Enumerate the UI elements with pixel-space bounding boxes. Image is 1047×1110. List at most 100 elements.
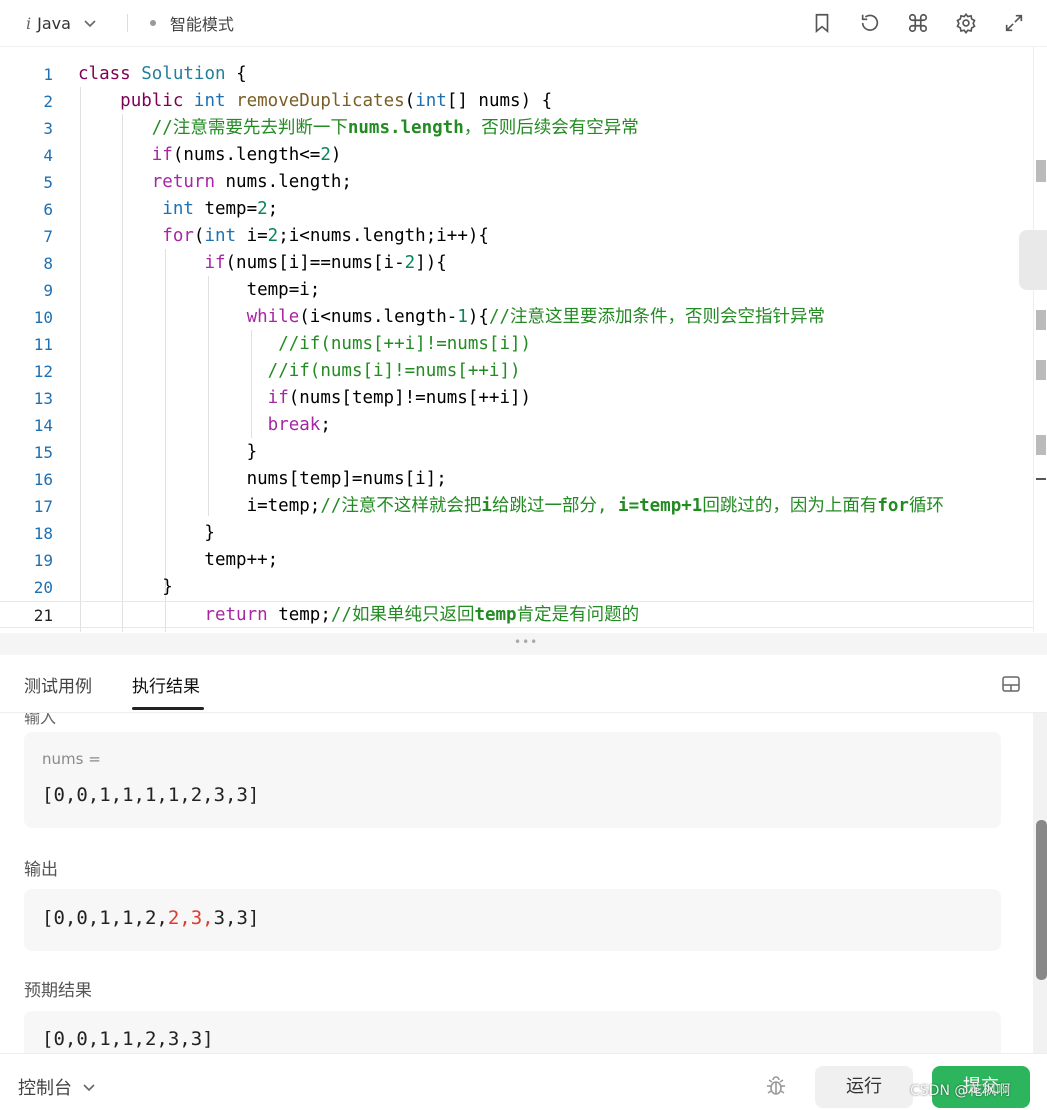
code-line[interactable]: 8 if(nums[i]==nums[i-2]){ [0, 250, 1033, 277]
info-icon: i [26, 13, 32, 33]
floating-panel-button[interactable] [1019, 230, 1047, 290]
code-text: temp++; [78, 550, 279, 570]
code-line[interactable]: 21 return temp;//如果单纯只返回temp肯定是有问题的 [0, 601, 1033, 628]
code-text: for(int i=2;i<nums.length;i++){ [162, 226, 489, 246]
input-var-name: nums = [42, 750, 101, 768]
line-number: 20 [33, 578, 53, 597]
input-value: [0,0,1,1,1,1,2,3,3] [42, 784, 260, 806]
code-text: //if(nums[++i]!=nums[i]) [278, 334, 532, 354]
code-text: if(nums.length<=2) [151, 145, 342, 165]
run-button[interactable]: 运行 [815, 1066, 913, 1108]
scrollbar-marker [1036, 435, 1046, 455]
mode-selector[interactable]: 智能模式 [149, 11, 234, 35]
code-text: i=temp;//注意不这样就会把i给跳过一部分, i=temp+1回跳过的，因… [78, 496, 944, 516]
layout-toggle-icon[interactable] [1001, 674, 1021, 694]
debug-icon[interactable] [764, 1074, 788, 1098]
code-line[interactable]: 7 for(int i=2;i<nums.length;i++){ [0, 223, 1033, 250]
code-text: int temp=2; [162, 199, 279, 219]
bookmark-button[interactable] [809, 10, 835, 36]
settings-button[interactable] [953, 10, 979, 36]
code-line[interactable]: 12 //if(nums[i]!=nums[++i]) [0, 358, 1033, 385]
gear-icon [956, 12, 976, 34]
command-icon [908, 13, 928, 33]
line-number: 14 [33, 416, 53, 435]
language-selector[interactable]: i Java [26, 14, 97, 33]
result-scrollbar-thumb[interactable] [1036, 820, 1047, 980]
result-tabs: 测试用例 执行结果 [0, 656, 1047, 713]
bookmark-icon [815, 13, 829, 34]
code-line[interactable]: 15 } [0, 439, 1033, 466]
tab-test-cases[interactable]: 测试用例 [24, 672, 92, 697]
code-line[interactable]: 17 i=temp;//注意不这样就会把i给跳过一部分, i=temp+1回跳过… [0, 493, 1033, 520]
line-number: 17 [33, 497, 53, 516]
toolbar-actions [809, 10, 1027, 36]
code-line[interactable]: 18 } [0, 520, 1033, 547]
code-text: } [78, 442, 258, 462]
code-editor[interactable]: 1 class Solution { 2 public int removeDupl… [0, 47, 1033, 632]
drag-handle-icon: ••• [514, 635, 539, 649]
line-number: 19 [33, 551, 53, 570]
code-text: if(nums[temp]!=nums[++i]) [267, 388, 532, 408]
line-number: 13 [33, 389, 53, 408]
code-text: class Solution { [78, 64, 247, 84]
code-line[interactable]: 11 //if(nums[++i]!=nums[i]) [0, 331, 1033, 358]
line-number: 16 [33, 470, 53, 489]
input-label: 输入 [24, 713, 57, 727]
editor-scrollbar[interactable] [1033, 47, 1047, 632]
expected-label: 预期结果 [24, 981, 92, 1001]
code-line[interactable]: 20 } [0, 574, 1033, 601]
line-number: 1 [43, 65, 53, 84]
line-number: 5 [43, 173, 53, 192]
code-text: nums[temp]=nums[i]; [78, 469, 447, 489]
toolbar-divider [126, 14, 128, 32]
language-label: Java [37, 13, 71, 33]
watermark: CSDN @花枫啊 [910, 1083, 1011, 1099]
shortcut-button[interactable] [905, 10, 931, 36]
code-line[interactable]: 1 class Solution { [0, 61, 1033, 88]
output-card: [0,0,1,1,2,2,3,3,3] [24, 889, 1001, 951]
code-line[interactable]: 13 if(nums[temp]!=nums[++i]) [0, 385, 1033, 412]
code-line[interactable]: 19 temp++; [0, 547, 1033, 574]
code-line[interactable]: 6 int temp=2; [0, 196, 1033, 223]
reset-icon [861, 14, 879, 31]
scrollbar-cursor-marker [1036, 478, 1046, 480]
code-line[interactable]: 2 public int removeDuplicates(int[] nums… [0, 88, 1033, 115]
console-label: 控制台 [18, 1078, 72, 1099]
line-number: 9 [43, 281, 53, 300]
tab-result[interactable]: 执行结果 [132, 672, 200, 697]
code-text: temp=i; [78, 280, 321, 300]
output-value-match: 3,3] [213, 907, 260, 929]
code-text: } [78, 577, 173, 597]
scrollbar-marker [1036, 310, 1046, 330]
line-number: 4 [43, 146, 53, 165]
reset-button[interactable] [857, 10, 883, 36]
scrollbar-marker [1036, 360, 1046, 380]
mode-dot-icon [149, 20, 156, 26]
code-line[interactable]: 14 break; [0, 412, 1033, 439]
code-line[interactable]: 16 nums[temp]=nums[i]; [0, 466, 1033, 493]
line-number: 21 [33, 606, 53, 625]
code-line[interactable]: 9 temp=i; [0, 277, 1033, 304]
output-value: [0,0,1,1,2,2,3,3,3] [42, 907, 259, 929]
line-number: 6 [43, 200, 53, 219]
editor-toolbar: i Java 智能模式 [0, 0, 1047, 47]
scrollbar-marker [1036, 160, 1046, 182]
code-line[interactable]: 3 //注意需要先去判断一下nums.length，否则后续会有空异常 [0, 115, 1033, 142]
console-toggle[interactable]: 控制台 [18, 1074, 96, 1100]
output-value-match: [0,0,1,1,2, [42, 907, 168, 929]
code-text: while(i<nums.length-1){//注意这里要添加条件，否则会空指… [246, 307, 826, 327]
line-number: 10 [33, 308, 53, 327]
line-number: 15 [33, 443, 53, 462]
code-text: //注意需要先去判断一下nums.length，否则后续会有空异常 [151, 118, 639, 138]
panel-resizer[interactable]: ••• [0, 633, 1047, 655]
code-text: return temp;//如果单纯只返回temp肯定是有问题的 [204, 605, 640, 625]
code-line[interactable]: 4 if(nums.length<=2) [0, 142, 1033, 169]
active-tab-indicator [132, 707, 204, 710]
line-number: 8 [43, 254, 53, 273]
fullscreen-button[interactable] [1001, 10, 1027, 36]
expected-value: [0,0,1,1,2,3,3] [42, 1028, 214, 1050]
line-number: 12 [33, 362, 53, 381]
code-line[interactable]: 10 while(i<nums.length-1){//注意这里要添加条件，否则… [0, 304, 1033, 331]
output-label: 输出 [24, 860, 58, 880]
code-line[interactable]: 5 return nums.length; [0, 169, 1033, 196]
